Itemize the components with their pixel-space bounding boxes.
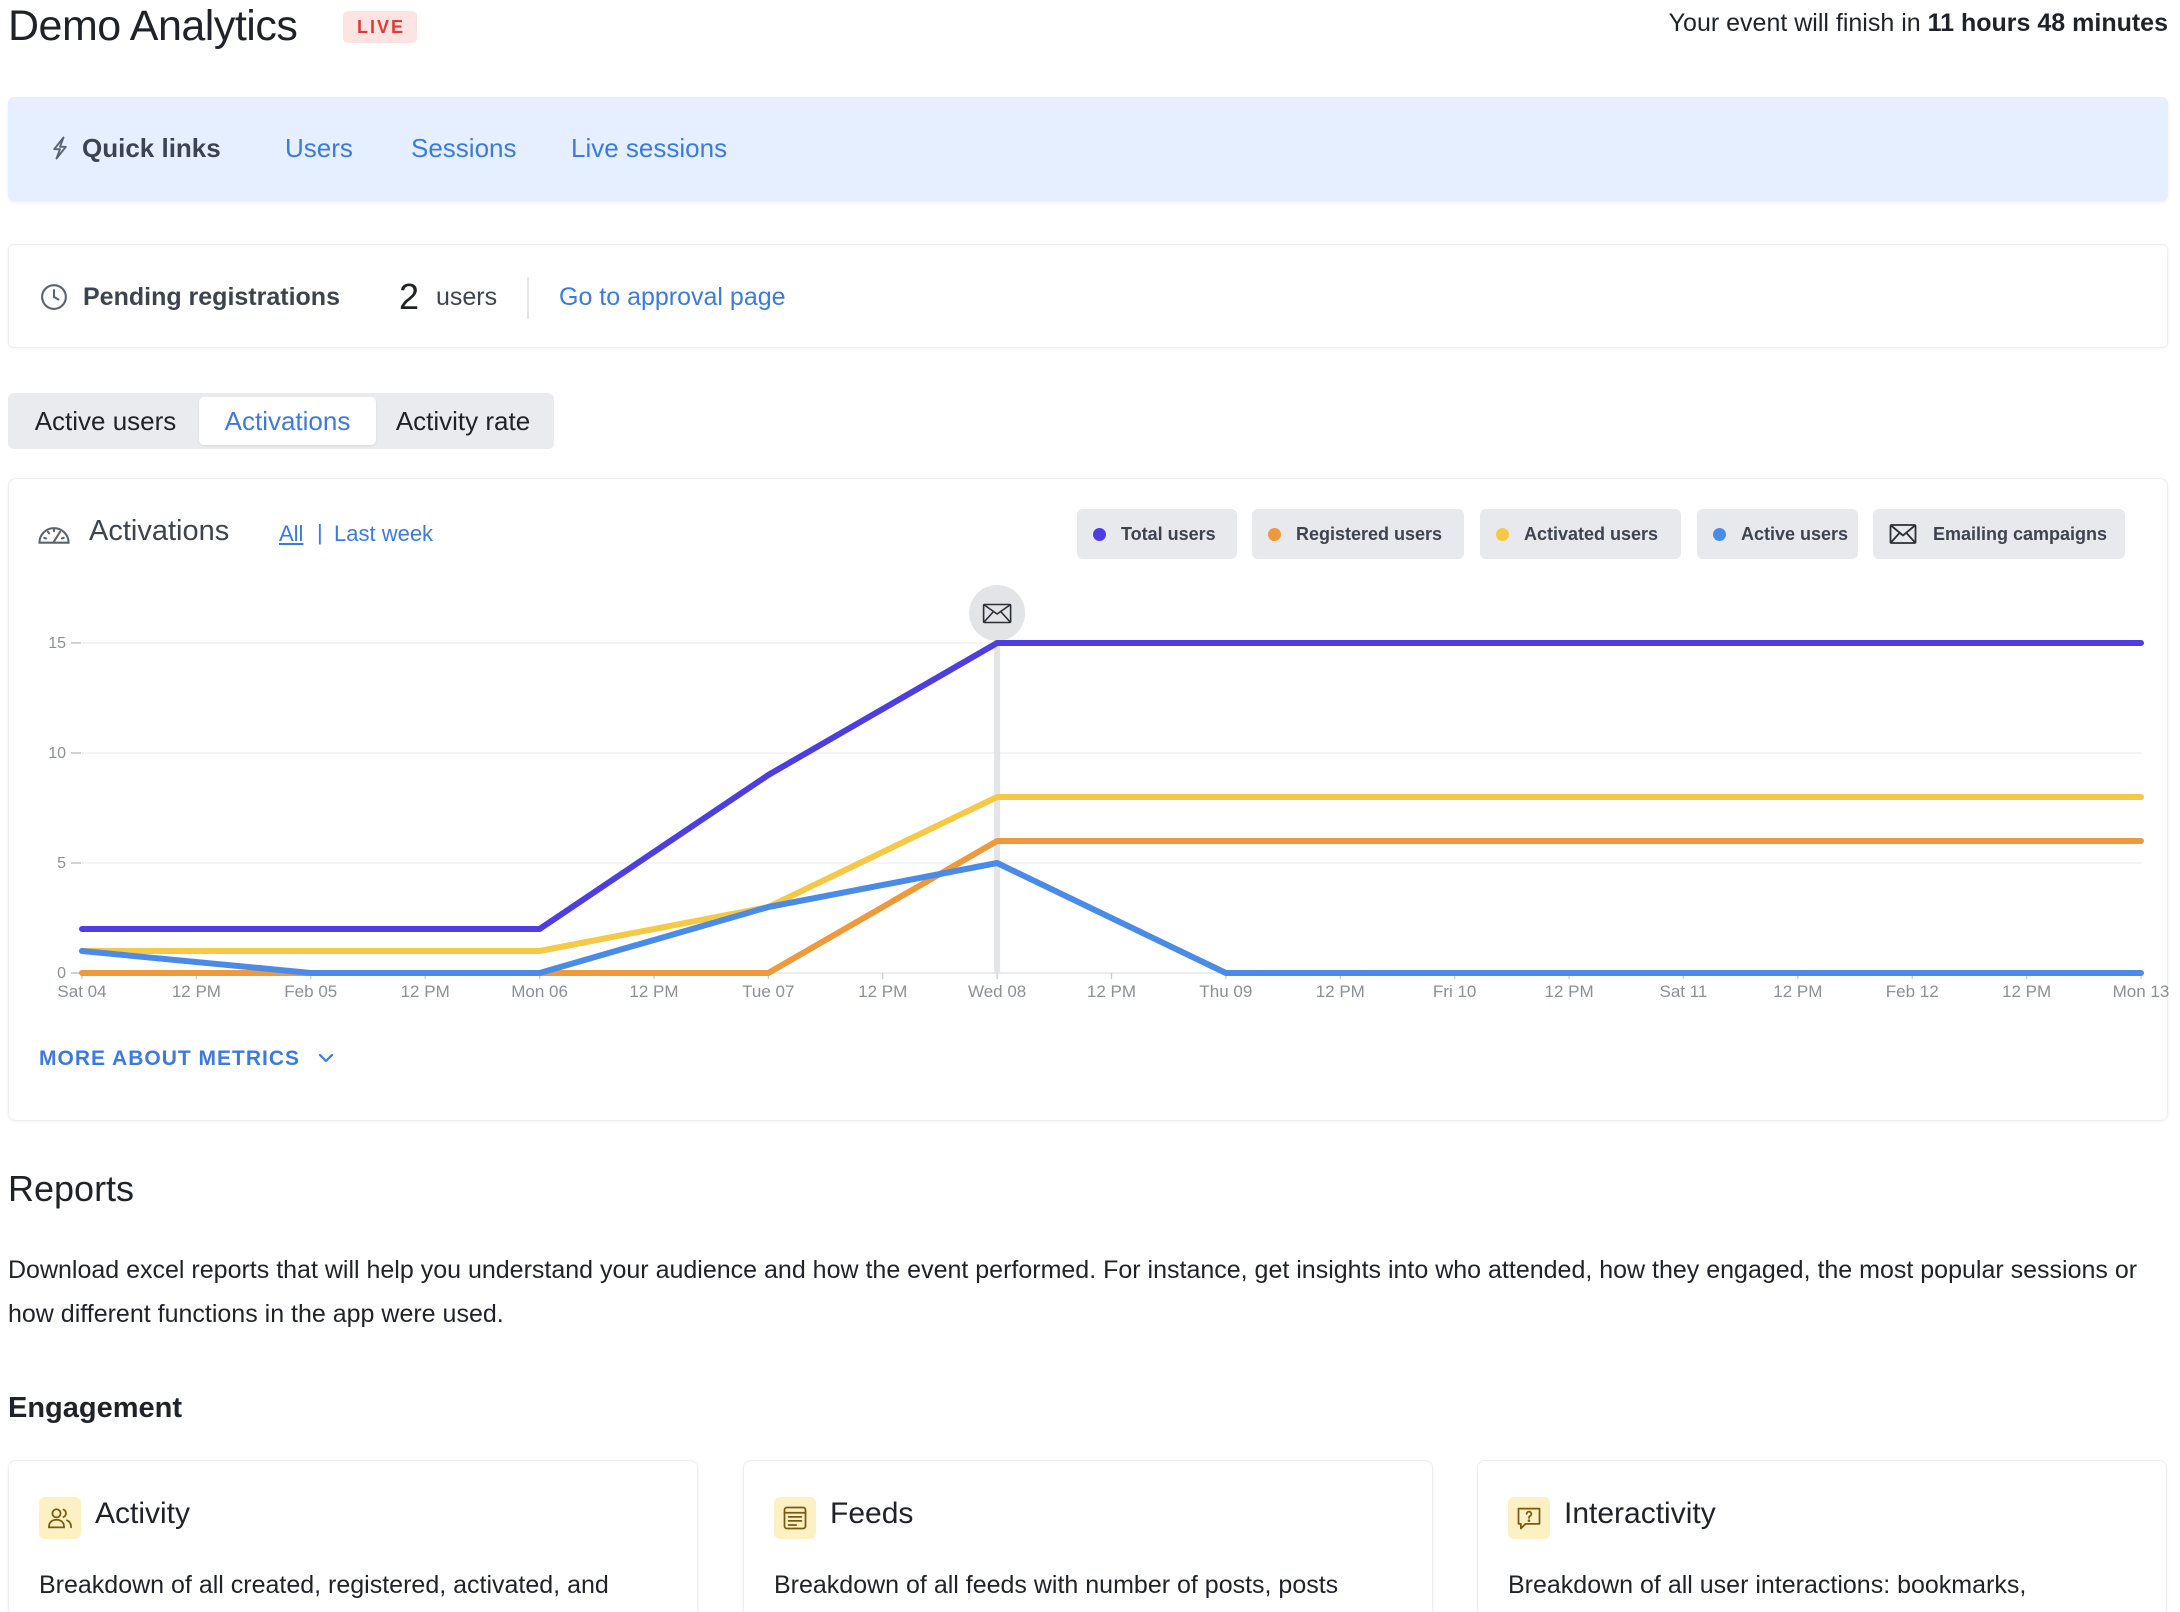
y-tick-label: 0 [57, 965, 66, 982]
pending-unit: users [436, 283, 498, 311]
tab-active-users[interactable]: Active users [12, 397, 199, 445]
x-tick-label: 12 PM [858, 982, 907, 1001]
legend-dot [1713, 528, 1726, 541]
clock-icon [41, 284, 67, 310]
live-badge: LIVE [343, 11, 418, 43]
pending-registrations-card: Pending registrations 2 users Go to appr… [8, 244, 2168, 348]
quick-links-bar: Quick links Users Sessions Live sessions [8, 97, 2168, 201]
report-card-title: Interactivity [1564, 1497, 1716, 1530]
question-bubble-icon [1508, 1497, 1550, 1539]
x-tick-label: 12 PM [172, 982, 221, 1001]
x-tick-label: Feb 12 [1886, 982, 1939, 1001]
x-tick-label: 12 PM [1316, 982, 1365, 1001]
x-tick-label: Tue 07 [742, 982, 794, 1001]
quick-links-title: Quick links [82, 133, 221, 163]
y-tick-label: 10 [48, 745, 66, 762]
event-countdown: Your event will finish in 11 hours 48 mi… [1669, 9, 2168, 38]
quick-link-live-sessions[interactable]: Live sessions [571, 133, 727, 164]
pending-count: 2 [399, 276, 420, 317]
more-metrics-label: MORE ABOUT METRICS [39, 1047, 301, 1070]
legend-dot [1093, 528, 1106, 541]
legend-label: Registered users [1296, 524, 1443, 544]
report-card-interactivity[interactable]: Interactivity Breakdown of all user inte… [1477, 1460, 2167, 1612]
report-card-description: Breakdown of all feeds with number of po… [774, 1571, 1339, 1599]
page-header: Demo Analytics LIVE Your event will fini… [8, 0, 2168, 60]
x-tick-label: Sat 11 [1659, 982, 1707, 1001]
x-tick-label: Thu 09 [1199, 982, 1252, 1001]
envelope-icon [1889, 524, 1917, 544]
campaign-marker-bubble [969, 585, 1026, 641]
tab-activity-rate[interactable]: Activity rate [376, 397, 550, 445]
legend-activated-users[interactable]: Activated users [1480, 509, 1681, 559]
range-last-week-link[interactable]: Last week [334, 521, 433, 547]
report-card-description: Breakdown of all user interactions: book… [1508, 1571, 2027, 1599]
more-about-metrics-toggle[interactable]: MORE ABOUT METRICS [39, 1047, 335, 1071]
feed-icon [774, 1497, 816, 1539]
report-card-description: Breakdown of all created, registered, ac… [39, 1571, 609, 1599]
legend-registered-users[interactable]: Registered users [1252, 509, 1464, 559]
report-card-title: Feeds [830, 1497, 914, 1530]
countdown-prefix: Your event will finish in [1668, 9, 1921, 37]
legend-label: Activated users [1524, 524, 1659, 544]
legend-dot [1268, 528, 1281, 541]
approval-page-link[interactable]: Go to approval page [559, 283, 786, 312]
x-tick-label: 12 PM [2002, 982, 2051, 1001]
page-title: Demo Analytics [8, 2, 298, 50]
pending-registrations-label: Pending registrations [83, 283, 340, 311]
y-tick-label: 15 [48, 635, 66, 652]
x-tick-label: Fri 10 [1433, 982, 1476, 1001]
activations-chart-card: 0 5 10 15 Sat 04 12 PM Feb 05 12 PM Mon 06 12 PM T… [8, 478, 2169, 1121]
gauge-icon [38, 527, 70, 544]
x-tick-label: 12 PM [1087, 982, 1136, 1001]
divider [527, 277, 529, 319]
y-tick-label: 5 [57, 855, 66, 872]
legend-active-users[interactable]: Active users [1697, 509, 1858, 559]
legend-label: Active users [1741, 524, 1849, 544]
legend-emailing-campaigns[interactable]: Emailing campaigns [1873, 509, 2125, 559]
x-tick-label: 12 PM [1773, 982, 1822, 1001]
engagement-heading: Engagement [8, 1392, 183, 1424]
users-icon [39, 1497, 81, 1539]
metric-tabs: Active users Activations Activity rate [8, 393, 554, 449]
activations-line-chart: 0 5 10 15 Sat 04 12 PM Feb 05 12 PM Mon 06 12 PM T… [48, 585, 2169, 1001]
series-line-total-users [79, 640, 2144, 932]
x-tick-label: Mon 13 [2113, 982, 2169, 1001]
x-tick-label: Sat 04 [57, 982, 106, 1001]
report-card-feeds[interactable]: Feeds Breakdown of all feeds with number… [743, 1460, 1433, 1612]
reports-heading: Reports [8, 1168, 135, 1209]
quick-link-users[interactable]: Users [285, 133, 353, 164]
x-tick-label: 12 PM [401, 982, 450, 1001]
x-tick-label: Wed 08 [968, 982, 1026, 1001]
countdown-value: 11 hours 48 minutes [1927, 9, 2168, 37]
x-tick-label: Mon 06 [511, 982, 568, 1001]
x-tick-label: Feb 05 [284, 982, 337, 1001]
tab-activations[interactable]: Activations [199, 397, 376, 445]
chevron-down-icon [318, 1053, 334, 1063]
range-separator: | [317, 520, 323, 545]
legend-dot [1496, 528, 1509, 541]
x-tick-label: 12 PM [1544, 982, 1593, 1001]
legend-label: Total users [1121, 524, 1216, 544]
range-all-link[interactable]: All [279, 521, 303, 547]
report-card-activity[interactable]: Activity Breakdown of all created, regis… [8, 1460, 698, 1612]
series-line-active-users [79, 860, 2144, 976]
x-tick-label: 12 PM [629, 982, 678, 1001]
report-card-title: Activity [95, 1497, 191, 1530]
legend-label: Emailing campaigns [1933, 524, 2108, 544]
legend-total-users[interactable]: Total users [1077, 509, 1237, 559]
reports-description: Download excel reports that will help yo… [8, 1256, 2138, 1328]
quick-link-sessions[interactable]: Sessions [411, 133, 517, 164]
chart-title: Activations [89, 515, 230, 547]
lightning-icon [53, 136, 67, 160]
